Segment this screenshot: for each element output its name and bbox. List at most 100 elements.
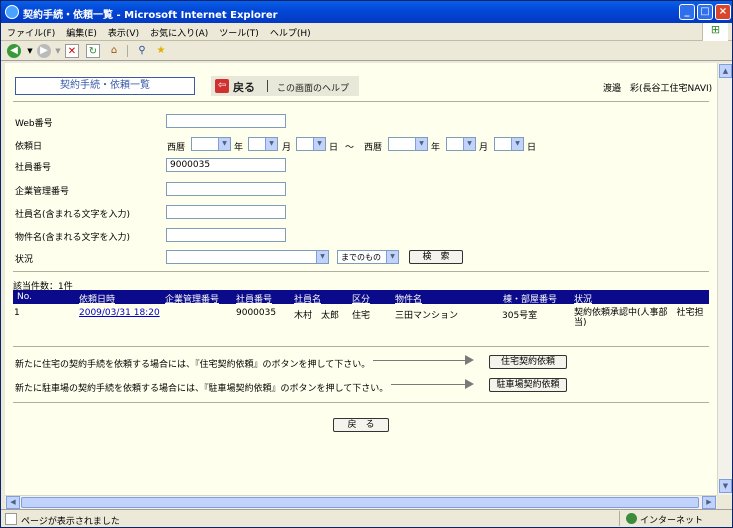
- row-status: 契約依頼承認中(人事部 社宅担当): [574, 308, 704, 328]
- search-button[interactable]: 検 索: [409, 250, 463, 264]
- back-dropdown-icon[interactable]: ▼: [23, 44, 37, 58]
- back-link[interactable]: 戻る: [233, 79, 255, 95]
- menu-help[interactable]: ヘルプ(H): [264, 23, 316, 39]
- menu-edit[interactable]: 編集(E): [60, 23, 102, 39]
- user-name: 渡邉 彩(長谷工住宅NAVI): [603, 84, 713, 94]
- ie-logo-icon: [5, 5, 19, 19]
- help-link[interactable]: この画面のヘルプ: [277, 81, 349, 94]
- row-room: 305号室: [502, 311, 538, 321]
- chevron-down-icon: ▼: [316, 251, 328, 263]
- results-table-header: No. 依頼日時 企業管理番号 社員番号 社員名 区分 物件名 棟・部屋番号 状…: [13, 290, 709, 305]
- col-company-no[interactable]: 企業管理番号: [165, 292, 219, 305]
- menu-view[interactable]: 表示(V): [102, 23, 144, 39]
- chevron-down-icon: ▼: [218, 138, 230, 150]
- window-title: 契約手続・依頼一覧 - Microsoft Internet Explorer: [23, 10, 278, 21]
- menu-favorites[interactable]: お気に入り(A): [144, 23, 213, 39]
- employee-name-input[interactable]: [166, 205, 286, 219]
- employee-no-input[interactable]: 9000035: [166, 158, 286, 172]
- row-employee-no: 9000035: [236, 308, 277, 318]
- status-range-select[interactable]: までのもの ▼: [337, 250, 399, 264]
- title-bar: 契約手続・依頼一覧 - Microsoft Internet Explorer …: [1, 1, 732, 23]
- chevron-down-icon: ▼: [265, 138, 277, 150]
- minimize-button[interactable]: _: [679, 4, 695, 20]
- chevron-down-icon: ▼: [386, 251, 398, 263]
- back-button[interactable]: 戻 る: [333, 418, 389, 432]
- from-day-select[interactable]: ▼: [296, 137, 326, 151]
- menu-tools[interactable]: ツール(T): [213, 23, 264, 39]
- chevron-down-icon: ▼: [415, 138, 427, 150]
- back-icon[interactable]: ◀: [7, 44, 21, 58]
- property-name-input[interactable]: [166, 228, 286, 242]
- year-label: 年: [234, 143, 244, 153]
- arrow-right-icon: [391, 384, 469, 385]
- nav-divider: [267, 80, 268, 92]
- col-request-datetime[interactable]: 依頼日時: [79, 292, 115, 305]
- day-label: 日: [329, 143, 339, 153]
- row-datetime-link[interactable]: 2009/03/31 18:20: [79, 308, 160, 318]
- menu-bar: ファイル(F) 編集(E) 表示(V) お気に入り(A) ツール(T) ヘルプ(H): [1, 23, 732, 41]
- zone-text: インターネット: [640, 516, 704, 526]
- search-icon[interactable]: ⚲: [135, 44, 149, 58]
- month-label: 月: [479, 143, 489, 153]
- scroll-down-icon[interactable]: ▼: [719, 479, 732, 493]
- windows-logo-icon: ⊞: [702, 23, 728, 41]
- divider: [13, 271, 709, 272]
- row-property: 三田マンション: [395, 311, 459, 321]
- year-label: 年: [431, 143, 441, 153]
- row-category: 住宅: [352, 311, 371, 321]
- arrow-right-icon: [373, 360, 469, 361]
- toolbar: ◀ ▼ ▶ ▼ ✕ ↻ ⌂ ⚲ ★: [1, 41, 732, 61]
- era-label: 西暦: [364, 143, 383, 153]
- company-no-input[interactable]: [166, 182, 286, 196]
- housing-request-button[interactable]: 住宅契約依頼: [489, 355, 567, 369]
- scroll-corner: [717, 495, 732, 509]
- divider: [13, 402, 709, 403]
- row-employee-name: 木村 太郎: [294, 311, 340, 321]
- chevron-down-icon: ▼: [313, 138, 325, 150]
- maximize-button[interactable]: □: [697, 4, 713, 20]
- from-year-select[interactable]: ▼: [191, 137, 231, 151]
- col-employee-no[interactable]: 社員番号: [236, 292, 272, 305]
- col-property[interactable]: 物件名: [395, 292, 422, 305]
- stop-icon[interactable]: ✕: [65, 44, 79, 58]
- arrow-head-icon: [465, 379, 474, 389]
- home-icon[interactable]: ⌂: [107, 44, 121, 58]
- status-bar: ページが表示されました インターネット: [1, 509, 732, 527]
- toolbar-separator: [127, 45, 128, 57]
- refresh-icon[interactable]: ↻: [86, 44, 100, 58]
- to-month-select[interactable]: ▼: [446, 137, 476, 151]
- parking-request-button[interactable]: 駐車場契約依頼: [489, 378, 567, 392]
- scroll-thumb[interactable]: [21, 497, 699, 508]
- horizontal-scrollbar[interactable]: ◀ ▶: [5, 495, 717, 509]
- web-no-input[interactable]: [166, 114, 286, 128]
- scroll-right-icon[interactable]: ▶: [702, 496, 716, 509]
- date-range-tilde: ～: [345, 143, 355, 153]
- company-no-label: 企業管理番号: [15, 187, 70, 197]
- employee-no-label: 社員番号: [15, 163, 52, 173]
- property-name-label: 物件名(含まれる文字を入力): [15, 233, 131, 243]
- favorites-icon[interactable]: ★: [154, 44, 168, 58]
- from-month-select[interactable]: ▼: [248, 137, 278, 151]
- menu-file[interactable]: ファイル(F): [1, 23, 60, 39]
- back-arrow-icon[interactable]: ⇦: [215, 79, 229, 93]
- to-day-select[interactable]: ▼: [494, 137, 524, 151]
- divider: [13, 101, 709, 102]
- security-zone: インターネット: [619, 511, 727, 526]
- vertical-scrollbar[interactable]: ▲ ▼: [717, 63, 732, 495]
- status-select[interactable]: ▼: [166, 250, 329, 264]
- col-category[interactable]: 区分: [352, 292, 370, 305]
- arrow-head-icon: [465, 355, 474, 365]
- forward-dropdown-icon[interactable]: ▼: [51, 44, 65, 58]
- month-label: 月: [282, 143, 292, 153]
- col-employee-name[interactable]: 社員名: [294, 292, 321, 305]
- scroll-left-icon[interactable]: ◀: [6, 496, 20, 509]
- page-title: 契約手続・依頼一覧: [15, 77, 195, 95]
- col-status[interactable]: 状況: [574, 292, 592, 305]
- to-year-select[interactable]: ▼: [388, 137, 428, 151]
- status-label: 状況: [15, 255, 34, 265]
- close-button[interactable]: ×: [715, 4, 731, 20]
- divider: [13, 346, 709, 347]
- era-label: 西暦: [167, 143, 186, 153]
- forward-icon[interactable]: ▶: [37, 44, 51, 58]
- scroll-up-icon[interactable]: ▲: [719, 64, 732, 78]
